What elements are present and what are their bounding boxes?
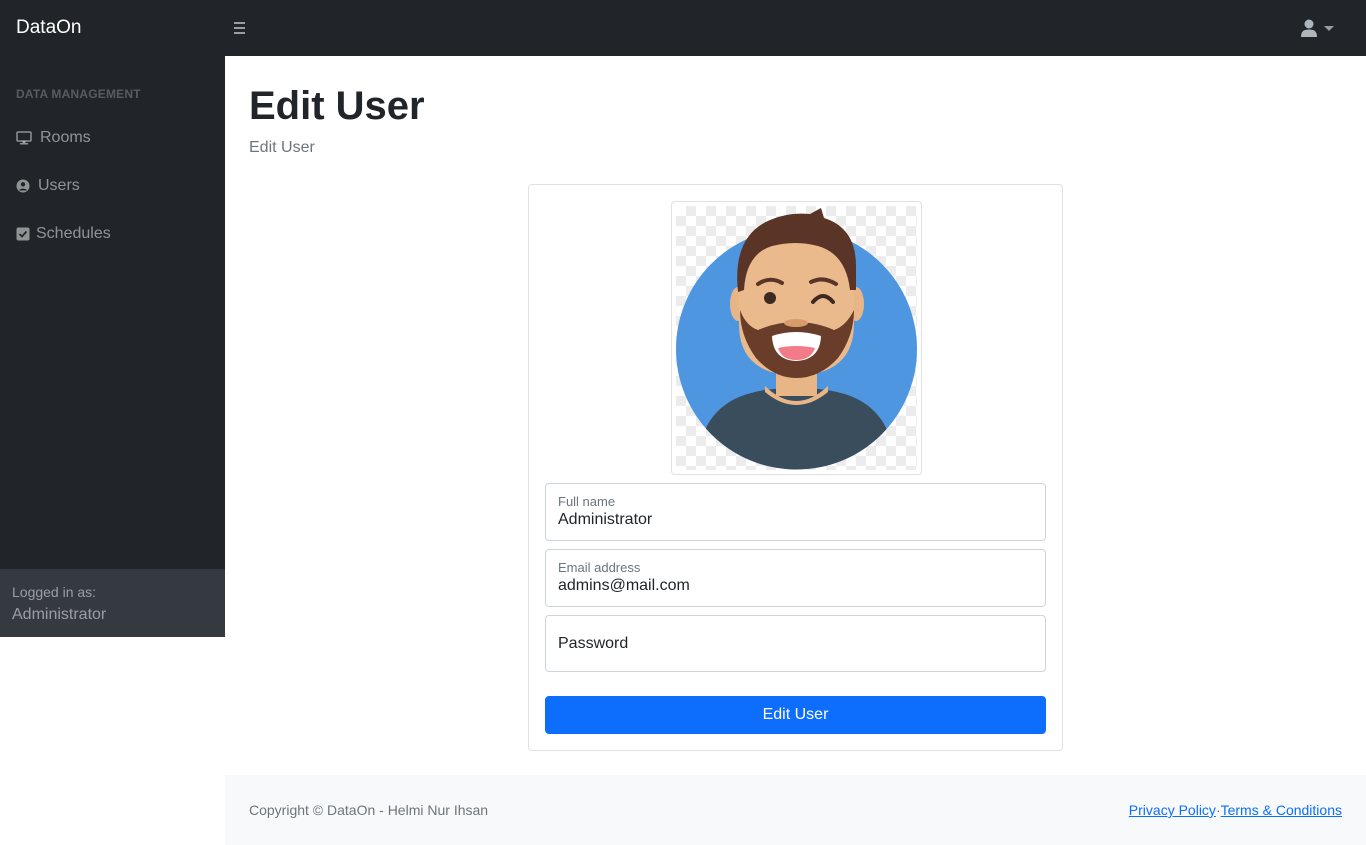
copyright-text: Copyright © DataOn - Helmi Nur Ihsan [249,802,489,818]
page-title: Edit User [249,84,425,128]
page-footer: Copyright © DataOn - Helmi Nur Ihsan Pri… [225,775,1366,845]
check-square-icon [16,227,30,241]
brand-logo[interactable]: DataOn [16,17,81,39]
sidebar-item-label: Users [38,177,80,194]
edit-user-card: Full name Administrator Email address ad… [528,184,1063,751]
sidebar-heading: DATA MANAGEMENT [16,87,141,101]
sidebar-item-schedules[interactable]: Schedules [0,214,225,254]
hamburger-icon [234,22,245,24]
monitor-icon [16,131,32,145]
sidebar-item-label: Rooms [40,129,91,146]
privacy-policy-link[interactable]: Privacy Policy [1129,802,1216,818]
sidebar: DATA MANAGEMENT Rooms Users Schedules Lo… [0,56,225,637]
logged-in-username: Administrator [12,606,107,623]
full-name-value: Administrator [558,511,653,528]
terms-link[interactable]: Terms & Conditions [1221,802,1342,818]
chevron-down-icon [1324,26,1334,31]
avatar-illustration [676,208,917,470]
sidebar-item-users[interactable]: Users [0,166,225,206]
full-name-field[interactable]: Full name Administrator [545,483,1046,541]
email-field[interactable]: Email address admins@mail.com [545,549,1046,607]
edit-user-button[interactable]: Edit User [545,696,1046,734]
sidebar-footer: Logged in as: Administrator [0,569,225,637]
email-value: admins@mail.com [558,577,690,594]
avatar[interactable] [671,201,922,475]
user-circle-icon [16,179,30,193]
user-menu-dropdown[interactable] [1300,18,1336,40]
logged-in-label: Logged in as: [12,584,97,600]
full-name-label: Full name [558,494,616,509]
sidebar-item-rooms[interactable]: Rooms [0,118,225,158]
user-icon [1301,19,1317,37]
email-label: Email address [558,560,641,575]
sidebar-item-label: Schedules [36,225,111,242]
breadcrumb: Edit User [249,139,315,156]
password-placeholder: Password [558,635,629,652]
top-navbar: DataOn [0,0,1366,56]
password-field[interactable]: Password [545,615,1046,672]
sidebar-toggle-button[interactable] [232,19,248,37]
footer-links: Privacy Policy·Terms & Conditions [1129,802,1342,818]
avatar-image [676,206,917,470]
